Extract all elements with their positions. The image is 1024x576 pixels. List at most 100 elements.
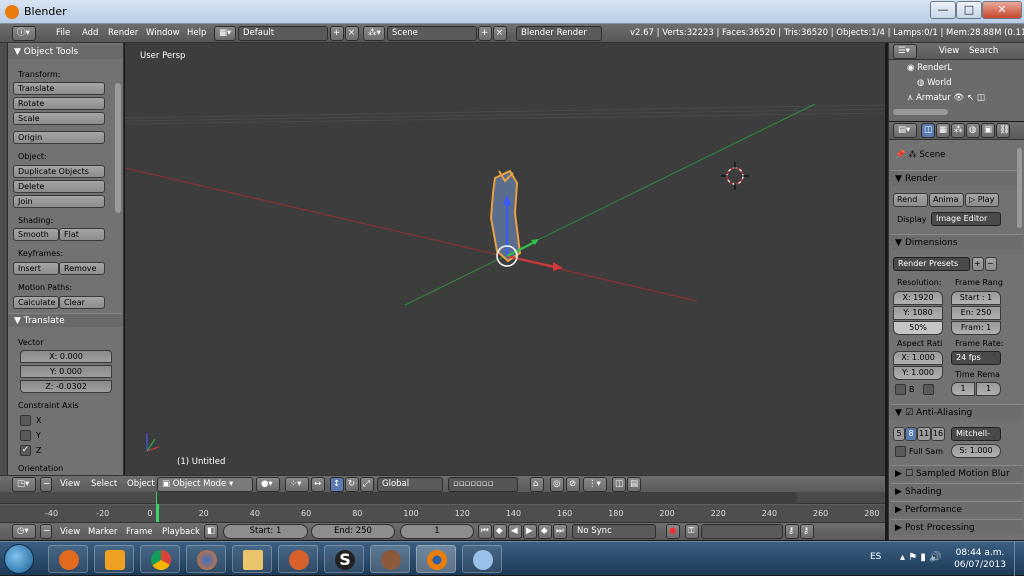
frame-step-field[interactable]: Fram: 1 [951,321,1001,335]
remove-keyframe-button[interactable]: Remove [59,262,105,275]
lock-layers-icon[interactable]: ⌂ [530,477,544,492]
insert-keyframe-button[interactable]: Insert [13,262,59,275]
tool-shelf-scrollbar[interactable] [115,83,121,213]
menu-file[interactable]: File [56,28,70,38]
keying-set-field[interactable] [701,524,783,539]
timeline-menu-frame[interactable]: Frame [126,527,152,537]
pivot-point-icon[interactable]: ⁘▾ [285,477,309,492]
timeline-menu-playback[interactable]: Playback [162,527,200,537]
panel-shading-header[interactable]: ▶ Shading [891,483,1023,499]
aa-samples-5[interactable]: 5 [893,427,905,441]
panel-sampled-motion-blur-header[interactable]: ▶ ☐ Sampled Motion Blur [891,465,1023,481]
menu-render[interactable]: Render [108,28,138,38]
3d-cursor-icon[interactable] [721,162,749,190]
start-frame-field[interactable]: Start: 1 [223,524,308,539]
3d-viewport[interactable]: User Persp (1) Untitled [125,43,885,475]
flat-button[interactable]: Flat [59,228,105,241]
panel-anti-aliasing-header[interactable]: ▼ ☑ Anti-Aliasing [891,404,1023,420]
taskbar-app-paw[interactable] [278,545,318,573]
outliner-item-armature[interactable]: ⋏ Armatur 👁 ↖ ◫ [907,93,985,103]
aa-samples-16[interactable]: 16 [931,427,945,441]
add-preset-icon[interactable]: + [972,257,984,271]
manipulator-toggle-icon[interactable]: ↔ [311,477,325,492]
timeline-editor[interactable]: -40 -20 0 20 40 60 80 100 120 140 160 180 200 220 240 2… [0,492,885,522]
jump-end-icon[interactable]: ⏭ [553,524,567,539]
aspect-y-field[interactable]: Y: 1.000 [893,366,943,380]
outliner-menu-search[interactable]: Search [969,46,998,56]
render-presets-selector[interactable]: Render Presets [893,257,970,271]
taskbar-app-chrome[interactable] [140,545,180,573]
snap-element-icon[interactable]: ⋮▾ [583,477,607,492]
editor-type-timeline-icon[interactable]: ◷▾ [12,524,36,539]
object-context-icon[interactable]: ▣ [981,123,995,138]
calculate-button[interactable]: Calculate [13,296,59,309]
panel-performance-header[interactable]: ▶ Performance [891,501,1023,517]
timeline-track[interactable] [0,505,885,522]
aspect-x-field[interactable]: X: 1.000 [893,351,943,365]
scale-manipulator-icon[interactable]: ⤢ [360,477,374,492]
remove-scene-icon[interactable]: × [493,26,507,41]
timeline-menu-view[interactable]: View [60,527,80,537]
aa-filter-selector[interactable]: Mitchell- [951,427,1001,441]
armature-object[interactable] [489,169,522,263]
use-preview-range-icon[interactable]: ◧ [204,524,218,539]
editor-type-properties-icon[interactable]: ▤▾ [893,123,917,138]
aa-filter-size-field[interactable]: S: 1.000 [951,444,1001,458]
add-layout-icon[interactable]: + [330,26,344,41]
menu-object[interactable]: Object [127,479,155,489]
origin-button[interactable]: Origin [13,131,105,144]
record-icon[interactable]: ● [666,524,680,539]
panel-object-tools[interactable]: ▼ Object Tools [8,45,123,59]
editor-type-outliner-icon[interactable]: ☰▾ [893,44,917,59]
taskbar-app-creature[interactable] [370,545,410,573]
time-remap-old-field[interactable]: 1 [951,382,975,396]
render-animation-button[interactable]: Anima [929,193,964,207]
layout-grid-icon[interactable]: ▦▾ [214,26,236,41]
render-animation-icon[interactable]: ▤ [627,477,641,492]
play-reverse-icon[interactable]: ◀ [508,524,522,539]
input-language[interactable]: ES [870,552,881,562]
scene-context-icon[interactable]: ⁂ [951,123,965,138]
resolution-y-field[interactable]: Y: 1080 [893,306,943,320]
rotate-manipulator-icon[interactable]: ↻ [345,477,359,492]
vector-y-field[interactable]: Y: 0.000 [20,365,112,378]
proportional-edit-icon[interactable]: ◎ [550,477,564,492]
layers-icon[interactable]: ▫▫▫▫▫▫▫ [448,477,518,492]
x-manipulator-arrow[interactable] [506,255,556,268]
panel-render-header[interactable]: ▼ Render [891,170,1023,186]
clear-button[interactable]: Clear [59,296,105,309]
panel-dimensions-header[interactable]: ▼ Dimensions [891,234,1023,250]
mode-selector[interactable]: ▣ Object Mode ▾ [157,477,253,492]
render-opengl-icon[interactable]: ◫ [612,477,626,492]
panel-translate-operator[interactable]: ▼ Translate [8,313,123,327]
join-button[interactable]: Join [13,195,105,208]
next-keyframe-icon[interactable]: ◆ [538,524,552,539]
outliner-menu-view[interactable]: View [939,46,959,56]
aa-samples-8[interactable]: 8 [905,427,917,441]
vector-x-field[interactable]: X: 0.000 [20,350,112,363]
start-button[interactable] [4,544,34,574]
keying-set-icon[interactable]: ⚿ [685,524,699,539]
render-layers-context-icon[interactable]: ▦ [936,123,950,138]
taskbar-app-firefox[interactable] [186,545,226,573]
constraint-x-checkbox[interactable] [20,415,31,426]
menu-window[interactable]: Window [146,28,180,38]
constraint-y-checkbox[interactable] [20,430,31,441]
layout-selector[interactable]: Default [238,26,328,41]
display-selector[interactable]: Image Editor [931,212,1001,226]
add-scene-icon[interactable]: + [478,26,492,41]
properties-scrollbar[interactable] [1017,148,1022,228]
play-icon[interactable]: ▶ [523,524,537,539]
border-checkbox[interactable] [895,384,906,395]
menu-help[interactable]: Help [187,28,206,38]
close-button[interactable]: ✕ [982,1,1022,19]
tray-icons[interactable]: ▴ ⚑ ▮ 🔊 [900,552,941,563]
jump-start-icon[interactable]: ⏮ [478,524,492,539]
minimize-button[interactable]: — [930,1,956,19]
taskbar-clock[interactable]: 08:44 a.m. 06/07/2013 [950,547,1010,571]
smooth-button[interactable]: Smooth [13,228,59,241]
editor-type-3d-icon[interactable]: ◳▾ [12,477,36,492]
constraints-context-icon[interactable]: ⛓ [996,123,1010,138]
frame-rate-selector[interactable]: 24 fps [951,351,1001,365]
editor-type-info-icon[interactable]: ⓘ▾ [12,26,36,41]
